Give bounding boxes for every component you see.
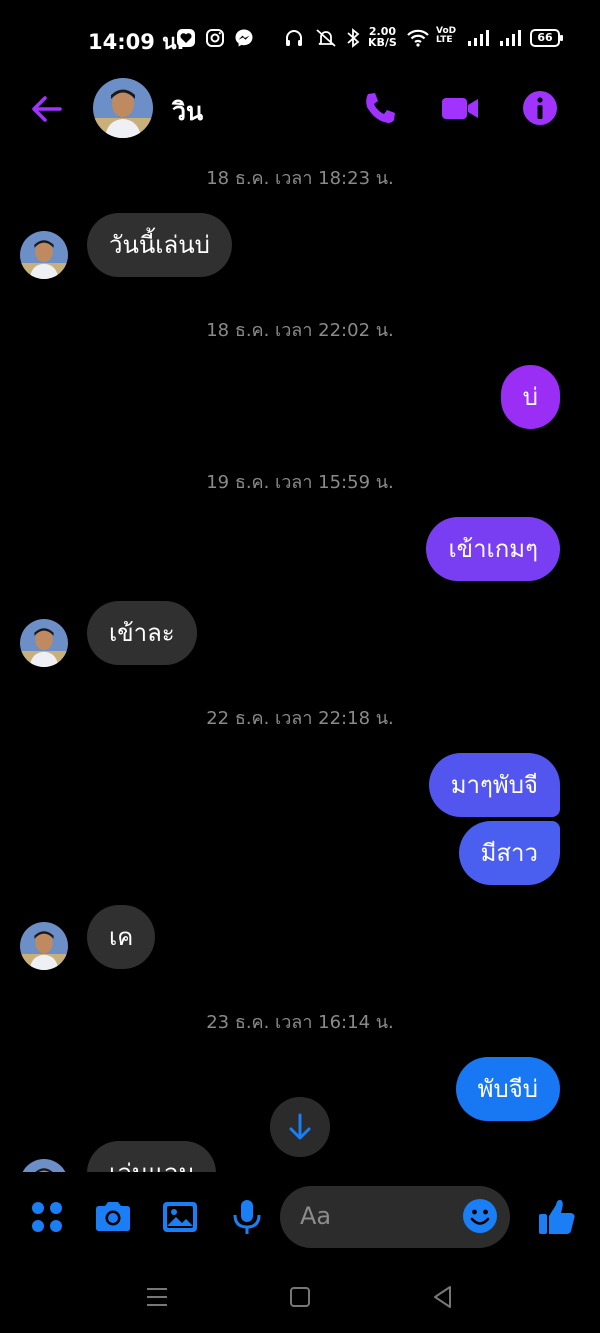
outgoing-message[interactable]: มาๆพับจี	[428, 753, 560, 817]
arrow-left-icon	[32, 96, 62, 122]
message-input[interactable]: Aa	[280, 1186, 510, 1248]
timestamp: 18 ธ.ค. เวลา 18:23 น.	[206, 168, 394, 189]
camera-icon	[96, 1202, 130, 1231]
signal-icon-2	[500, 30, 521, 46]
speed-unit: KB/S	[368, 36, 397, 49]
messenger-icon	[235, 29, 253, 47]
volte-bottom: LTE	[436, 35, 453, 45]
gallery-button[interactable]	[159, 1196, 201, 1238]
triangle-back-icon	[434, 1286, 451, 1308]
smiley-icon	[463, 1199, 497, 1233]
message-avatar[interactable]	[20, 619, 68, 667]
camera-button[interactable]	[92, 1196, 134, 1238]
contact-name[interactable]: วิน	[172, 92, 203, 132]
avatar-image	[20, 922, 68, 970]
menu-icon	[147, 1288, 167, 1306]
scroll-to-bottom-button[interactable]	[270, 1097, 330, 1157]
network-speed: 2.00 KB/S	[368, 26, 397, 48]
message-avatar[interactable]	[20, 922, 68, 970]
outgoing-message[interactable]: พับจีบ่	[455, 1057, 560, 1121]
instagram-icon	[206, 29, 224, 47]
status-bar: 14:09 น. 2.00 KB/S VoD LTE 66	[0, 0, 600, 76]
system-nav-bar	[0, 1262, 600, 1333]
phone-icon	[366, 93, 395, 123]
bell-muted-icon	[316, 29, 336, 47]
thumbs-up-icon	[539, 1199, 575, 1234]
timestamp: 22 ธ.ค. เวลา 22:18 น.	[206, 708, 394, 729]
app-heart-icon	[177, 29, 195, 47]
incoming-message[interactable]: เค	[87, 905, 156, 969]
battery-indicator: 66	[530, 29, 563, 47]
chat-header: วิน	[0, 76, 600, 140]
message-composer: Aa	[0, 1172, 600, 1262]
avatar-image	[93, 78, 153, 138]
video-camera-icon	[442, 98, 478, 119]
volte-indicator: VoD LTE	[436, 27, 456, 45]
incoming-message[interactable]: เข้าละ	[87, 601, 197, 665]
status-time: 14:09 น.	[88, 30, 185, 54]
outgoing-message[interactable]: บ่	[500, 365, 560, 429]
call-button[interactable]	[360, 88, 400, 128]
four-dots-icon	[32, 1202, 62, 1232]
outgoing-message[interactable]: มีสาว	[458, 821, 560, 885]
info-icon	[523, 91, 557, 125]
headphones-icon	[286, 30, 302, 46]
video-call-button[interactable]	[440, 88, 480, 128]
timestamp: 23 ธ.ค. เวลา 16:14 น.	[206, 1012, 394, 1033]
image-icon	[163, 1202, 197, 1232]
avatar-image	[20, 231, 68, 279]
timestamp: 18 ธ.ค. เวลา 22:02 น.	[206, 320, 394, 341]
apps-button[interactable]	[26, 1196, 68, 1238]
square-icon	[290, 1287, 310, 1307]
like-button[interactable]	[536, 1196, 578, 1238]
signal-icon-1	[468, 30, 489, 46]
microphone-button[interactable]	[226, 1196, 268, 1238]
info-button[interactable]	[520, 88, 560, 128]
home-button[interactable]	[287, 1284, 313, 1310]
message-input-placeholder: Aa	[300, 1202, 332, 1230]
wifi-icon	[407, 29, 429, 47]
incoming-message[interactable]: วันนี้เล่นบ่	[87, 213, 232, 277]
bluetooth-icon	[347, 28, 360, 48]
outgoing-message[interactable]: เข้าเกมๆ	[426, 517, 560, 581]
message-avatar[interactable]	[20, 231, 68, 279]
emoji-button[interactable]	[462, 1198, 498, 1234]
back-button[interactable]	[28, 90, 66, 128]
recent-apps-button[interactable]	[144, 1284, 170, 1310]
contact-avatar[interactable]	[93, 78, 153, 138]
microphone-icon	[233, 1200, 261, 1234]
timestamp: 19 ธ.ค. เวลา 15:59 น.	[206, 472, 394, 493]
avatar-image	[20, 619, 68, 667]
back-nav-button[interactable]	[430, 1284, 456, 1310]
